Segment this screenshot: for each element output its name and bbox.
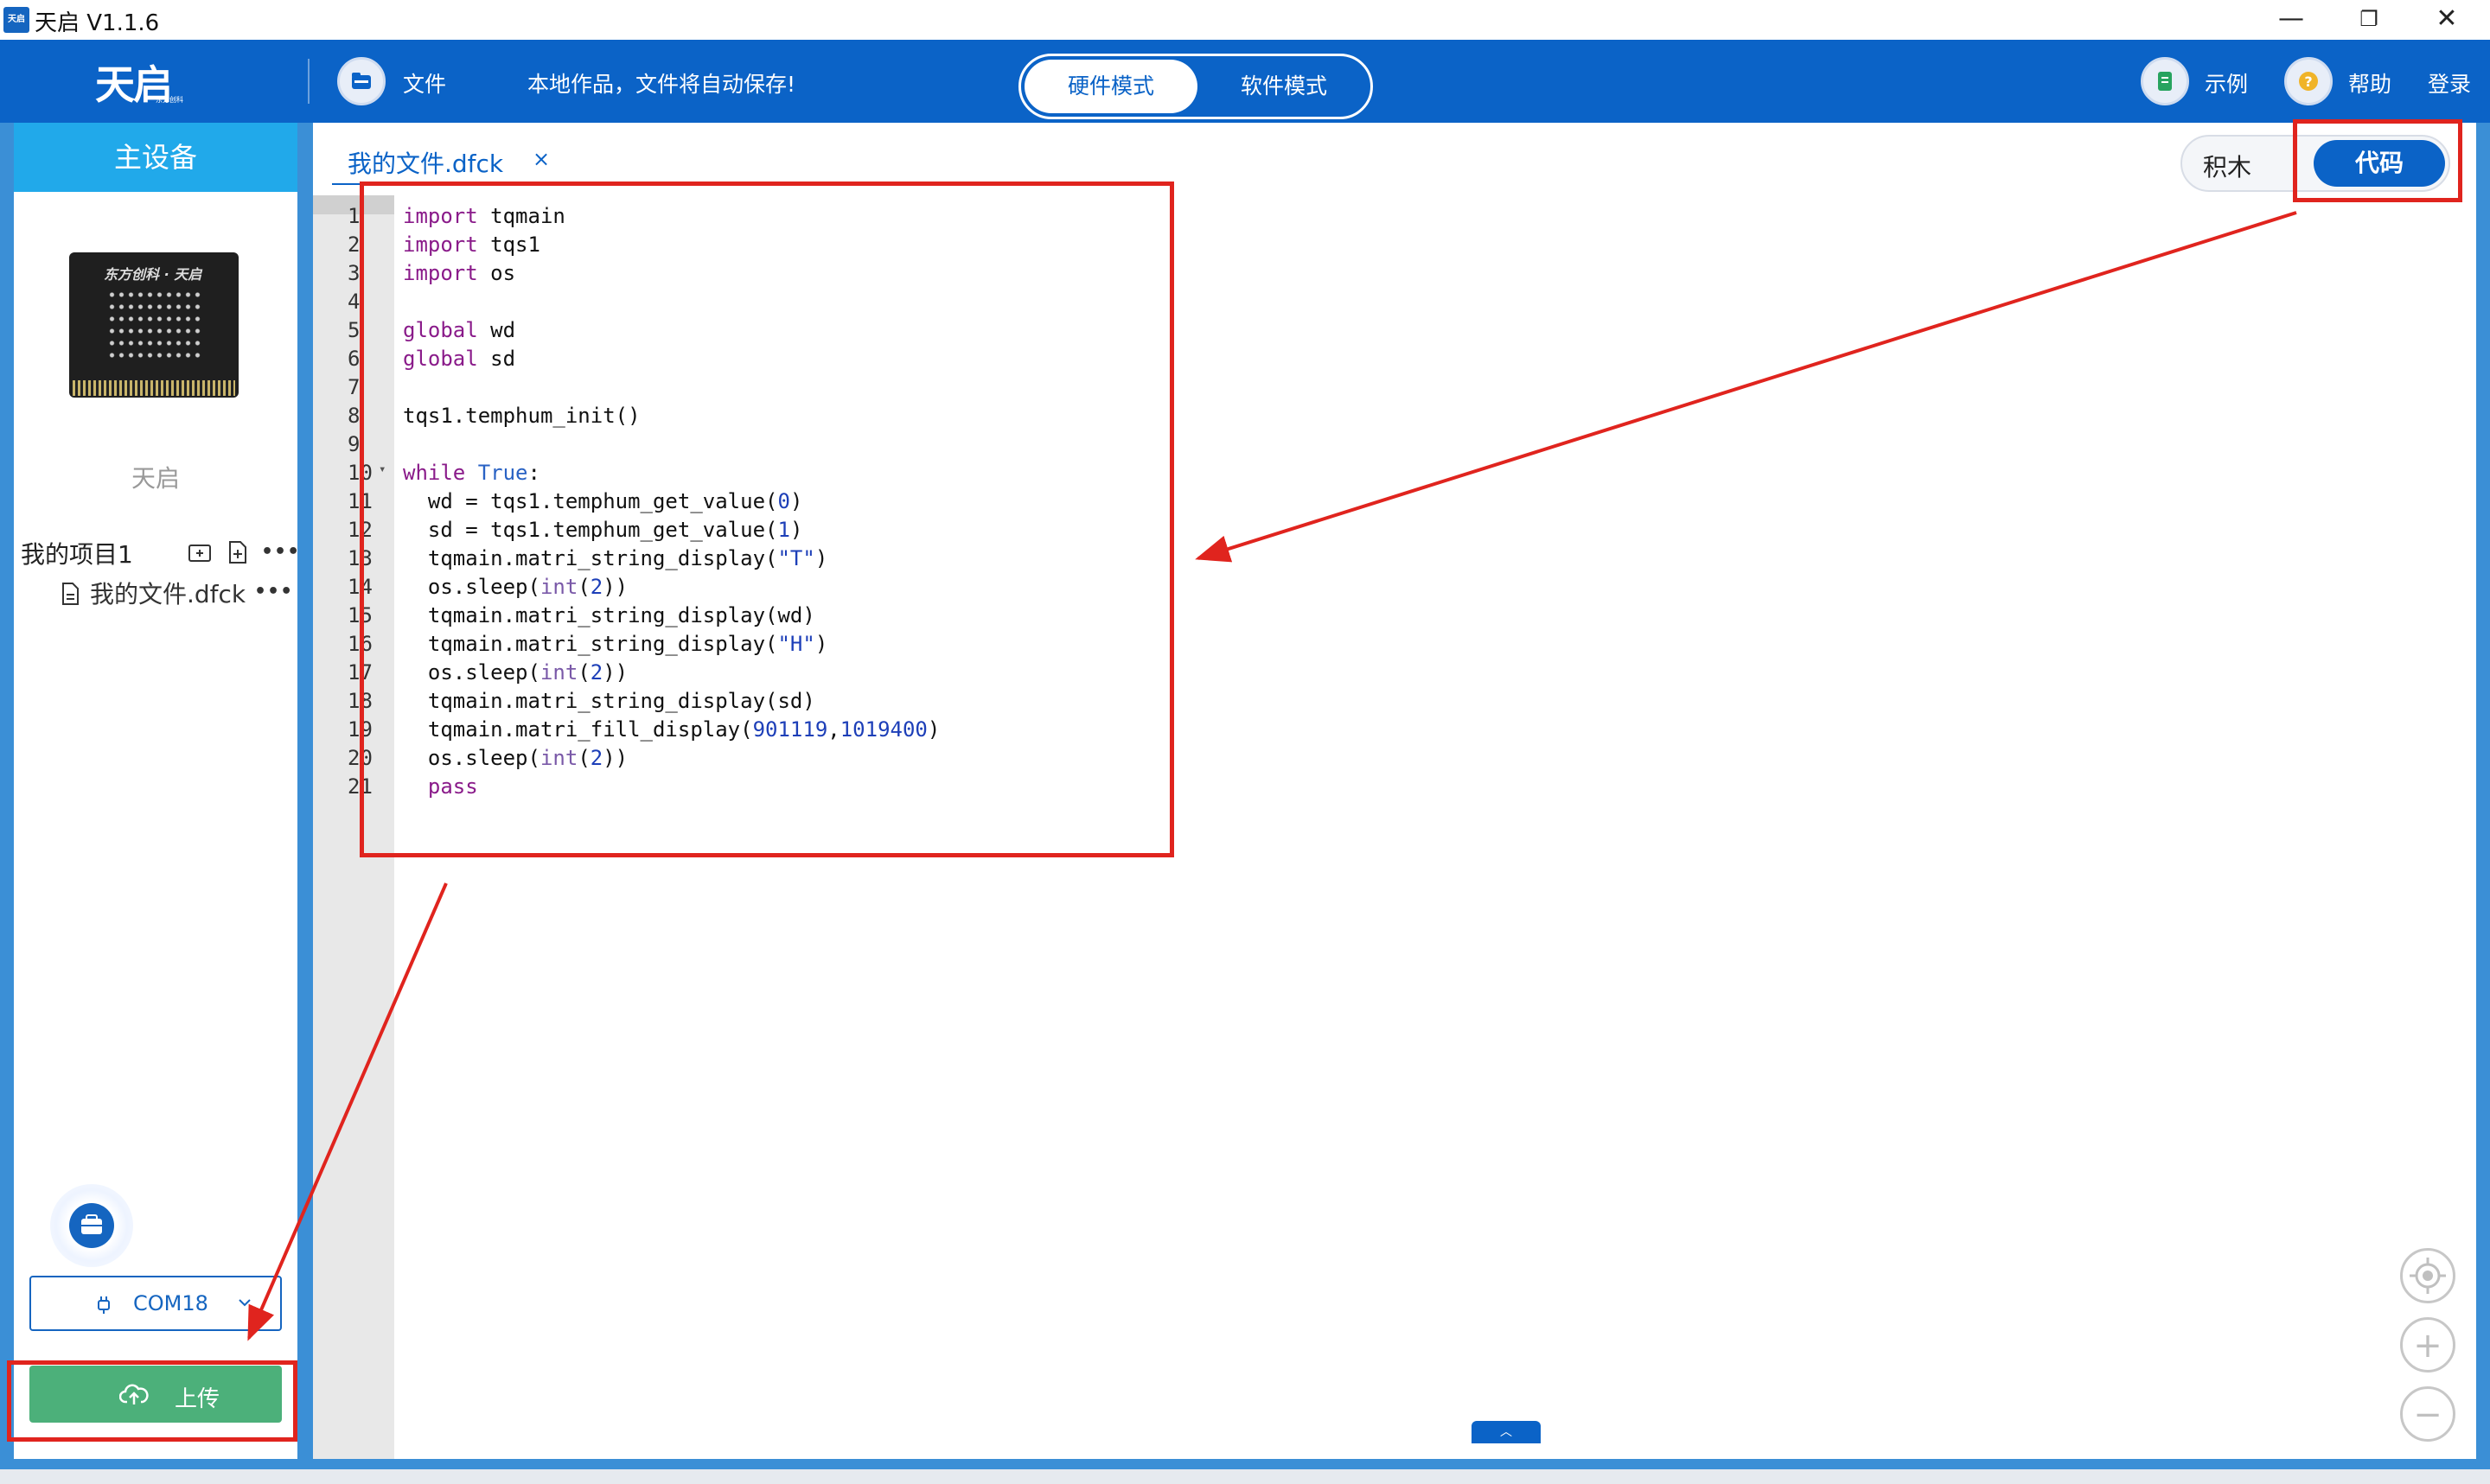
annotation-arrows [247, 211, 2297, 1341]
arrow-to-code [1195, 211, 2297, 563]
arrow-to-upload [247, 882, 448, 1341]
